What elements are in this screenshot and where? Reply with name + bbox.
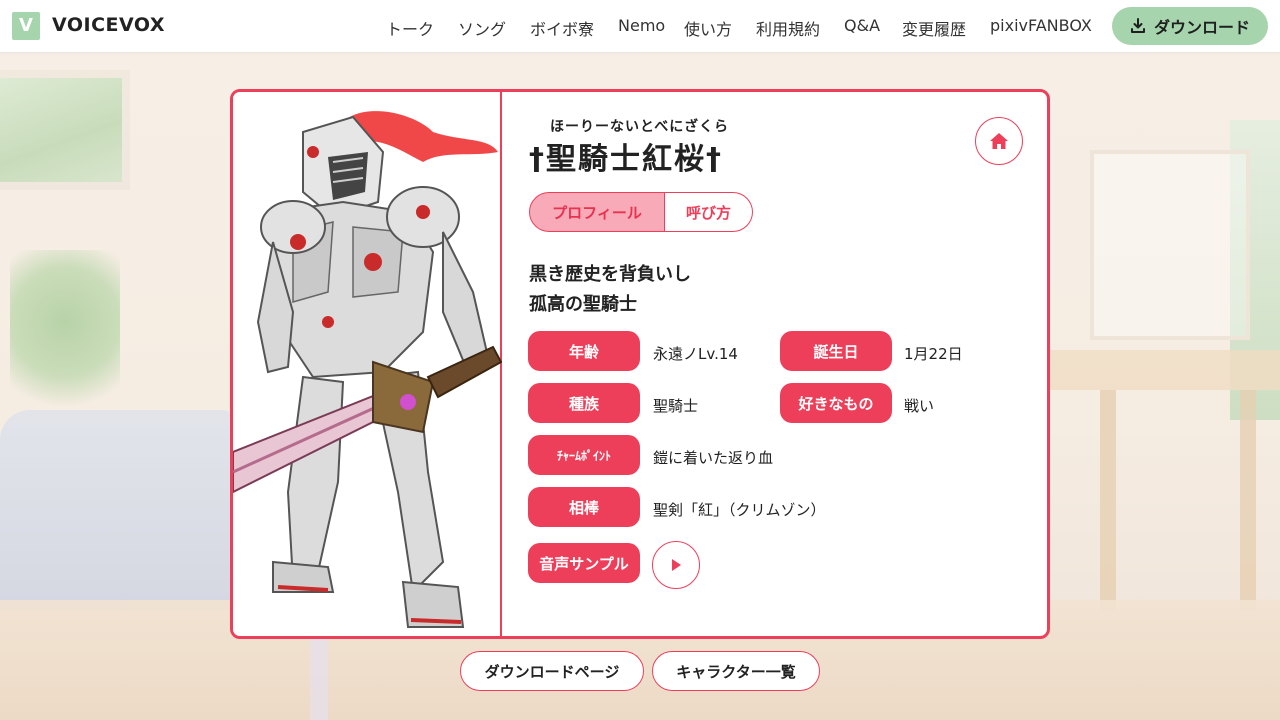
character-card: ほーりーないとべにざくら †聖騎士紅桜† プロフィール 呼び方 黒き歴史を背負い… [230, 89, 1050, 639]
tab-profile[interactable]: プロフィール [529, 192, 665, 232]
character-furigana: ほーりーないとべにざくら [550, 119, 730, 135]
home-icon [990, 133, 1008, 149]
nav-qa[interactable]: Q&A [844, 16, 880, 35]
charm-point-value: 鎧に着いた返り血 [653, 449, 774, 467]
download-button[interactable]: ダウンロード [1112, 7, 1268, 45]
voice-sample-label: 音声サンプル [528, 543, 640, 583]
likes-label: 好きなもの [780, 383, 892, 423]
birthday-value: 1月22日 [904, 345, 963, 363]
background-table-leg [1100, 390, 1116, 610]
character-list-button[interactable]: キャラクター一覧 [652, 651, 820, 691]
race-label: 種族 [528, 383, 640, 423]
character-name: †聖騎士紅桜† [529, 142, 723, 177]
background-table [1040, 350, 1280, 390]
birthday-label: 誕生日 [780, 331, 892, 371]
background-plant [10, 250, 120, 430]
nav-nemo[interactable]: Nemo [618, 16, 665, 35]
nav-pixiv-fanbox[interactable]: pixivFANBOX [990, 16, 1092, 35]
catchphrase: 黒き歴史を背負いし 孤高の聖騎士 [529, 260, 691, 320]
partner-label: 相棒 [528, 487, 640, 527]
catchphrase-line: 黒き歴史を背負いし [529, 264, 691, 285]
partner-value: 聖剣「紅」（クリムゾン） [653, 501, 826, 519]
background-table-leg [1240, 390, 1256, 610]
download-button-label: ダウンロード [1153, 18, 1250, 37]
tab-how-to-call[interactable]: 呼び方 [665, 192, 753, 232]
download-page-button[interactable]: ダウンロードページ [460, 651, 644, 691]
age-label: 年齢 [528, 331, 640, 371]
catchphrase-line: 孤高の聖騎士 [529, 294, 637, 315]
nav-changelog[interactable]: 変更履歴 [902, 16, 966, 40]
nav-voibo-dorm[interactable]: ボイボ寮 [530, 16, 594, 40]
background-sofa [0, 410, 250, 610]
background-frame [1090, 150, 1250, 340]
character-portrait [233, 92, 502, 636]
race-value: 聖騎士 [653, 397, 699, 415]
nav-song[interactable]: ソング [458, 16, 506, 40]
play-voice-sample-button[interactable] [652, 541, 700, 589]
download-icon [1130, 18, 1145, 33]
background-window [0, 70, 130, 190]
voicevox-logo-icon[interactable]: V [12, 12, 40, 40]
nav-talk[interactable]: トーク [386, 16, 434, 40]
home-button[interactable] [975, 117, 1023, 165]
charm-point-label: ﾁｬｰﾑﾎﾟｲﾝﾄ [528, 435, 640, 475]
brand-name[interactable]: VOICEVOX [52, 14, 165, 36]
age-value: 永遠ノLv.14 [653, 345, 738, 363]
profile-tabs: プロフィール 呼び方 [529, 192, 753, 232]
site-header: V VOICEVOX トーク ソング ボイボ寮 Nemo 使い方 利用規約 Q&… [0, 0, 1280, 52]
play-icon [672, 559, 681, 571]
nav-terms[interactable]: 利用規約 [756, 16, 820, 40]
likes-value: 戦い [904, 397, 935, 415]
nav-how-to-use[interactable]: 使い方 [684, 16, 732, 40]
armored-knight-illustration [233, 111, 502, 628]
